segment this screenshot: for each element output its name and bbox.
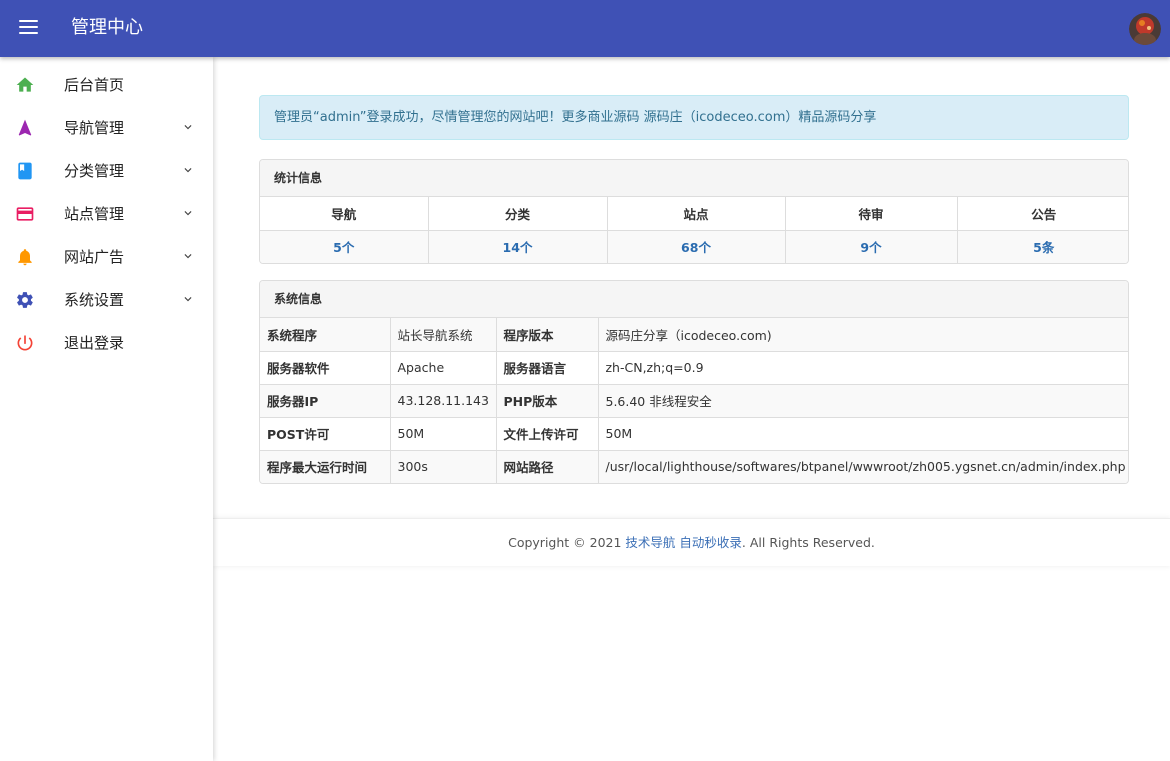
sidebar-item-label: 站点管理 [64,205,125,223]
stat-header-sites: 站点 [607,197,786,231]
sidebar-item-category[interactable]: 分类管理 [0,149,213,192]
info-value: Apache [390,351,497,385]
top-app-bar: 管理中心 [0,0,1170,57]
power-icon [17,335,33,351]
stat-header-notices: 公告 [957,197,1128,231]
book-icon [18,162,32,180]
footer-link-tech-nav[interactable]: 技术导航 [625,535,675,550]
info-key: 程序最大运行时间 [260,450,391,483]
system-info-panel: 系统信息 系统程序 站长导航系统 程序版本 源码庄分享（icodeceo.com… [259,280,1129,484]
stat-value-sites[interactable]: 68个 [681,240,711,255]
sidebar-item-label: 系统设置 [64,291,125,309]
footer: Copyright © 2021 技术导航 自动秒收录. All Rights … [213,518,1170,566]
info-value: 50M [390,417,497,451]
system-info-panel-title: 系统信息 [260,281,1128,318]
main-content: 管理员“admin”登录成功，尽情管理您的网站吧！更多商业源码 源码庄（icod… [213,57,1170,761]
info-key: POST许可 [260,417,391,451]
table-row: 服务器IP 43.128.11.143 PHP版本 5.6.40 非线程安全 [260,384,1128,418]
info-value: 50M [598,417,1128,451]
chevron-down-icon [184,254,192,259]
statistics-table: 导航 分类 站点 待审 公告 5个 14个 68个 9个 5条 [260,197,1128,263]
info-key: 服务器软件 [260,351,391,385]
info-key: 网站路径 [496,450,599,483]
stat-value-navigation[interactable]: 5个 [333,240,354,255]
footer-copyright: Copyright © 2021 [508,535,626,550]
info-value: 300s [390,450,497,483]
sidebar-item-label: 后台首页 [64,76,125,94]
info-key: PHP版本 [496,384,599,418]
stat-value-category-cell: 14个 [428,230,608,263]
login-success-alert: 管理员“admin”登录成功，尽情管理您的网站吧！更多商业源码 源码庄（icod… [259,95,1129,140]
chevron-down-icon [184,297,192,302]
navigation-arrow-icon [18,119,32,136]
info-key: 文件上传许可 [496,417,599,451]
info-key: 系统程序 [260,318,391,352]
avatar[interactable] [1129,13,1161,45]
stat-value-navigation-cell: 5个 [260,230,429,263]
browser-window-icon [16,207,34,221]
home-icon [16,77,34,92]
system-info-table: 系统程序 站长导航系统 程序版本 源码庄分享（icodeceo.com) 服务器… [260,318,1128,483]
info-key: 程序版本 [496,318,599,352]
stat-header-pending: 待审 [785,197,958,231]
table-row: POST许可 50M 文件上传许可 50M [260,417,1128,451]
footer-link-auto-index[interactable]: 自动秒收录 [679,535,742,550]
sidebar-item-navigation[interactable]: 导航管理 [0,106,213,149]
sidebar-item-label: 网站广告 [64,248,125,266]
chevron-down-icon [184,211,192,216]
sidebar-item-label: 导航管理 [64,119,125,137]
stat-header-category: 分类 [428,197,608,231]
info-value: 5.6.40 非线程安全 [598,384,1128,418]
info-value: 源码庄分享（icodeceo.com) [598,318,1128,352]
stat-value-pending-cell: 9个 [785,230,958,263]
info-value: 43.128.11.143 [390,384,497,418]
info-key: 服务器IP [260,384,391,418]
app-title: 管理中心 [71,17,143,38]
bell-icon [18,249,32,266]
gear-icon [17,292,33,308]
table-row: 系统程序 站长导航系统 程序版本 源码庄分享（icodeceo.com) [260,318,1128,352]
info-value: /usr/local/lighthouse/softwares/btpanel/… [598,450,1128,483]
chevron-down-icon [184,168,192,173]
stat-value-notices-cell: 5条 [957,230,1128,263]
statistics-panel: 统计信息 导航 分类 站点 待审 公告 5个 14个 68个 9个 5条 [259,159,1129,264]
table-row: 程序最大运行时间 300s 网站路径 /usr/local/lighthouse… [260,450,1128,483]
info-value: 站长导航系统 [390,318,497,352]
sidebar-item-logout[interactable]: 退出登录 [0,321,213,364]
sidebar-item-dashboard[interactable]: 后台首页 [0,63,213,106]
chevron-down-icon [184,125,192,130]
sidebar-item-sites[interactable]: 站点管理 [0,192,213,235]
stat-header-navigation: 导航 [260,197,429,231]
stat-value-pending[interactable]: 9个 [860,240,881,255]
sidebar-item-label: 退出登录 [64,334,125,352]
info-value: zh-CN,zh;q=0.9 [598,351,1128,385]
info-key: 服务器语言 [496,351,599,385]
sidebar-item-ads[interactable]: 网站广告 [0,235,213,278]
statistics-panel-title: 统计信息 [260,160,1128,197]
sidebar: 后台首页 导航管理 分类管理 站点管理 网站广告 系统设置 退出登录 [0,57,213,761]
stat-value-category[interactable]: 14个 [503,240,533,255]
stat-value-sites-cell: 68个 [607,230,786,263]
sidebar-item-label: 分类管理 [64,162,125,180]
stat-value-notices[interactable]: 5条 [1033,240,1054,255]
table-row: 服务器软件 Apache 服务器语言 zh-CN,zh;q=0.9 [260,351,1128,385]
sidebar-item-settings[interactable]: 系统设置 [0,278,213,321]
footer-rights: . All Rights Reserved. [741,535,875,550]
menu-icon[interactable] [19,20,38,35]
